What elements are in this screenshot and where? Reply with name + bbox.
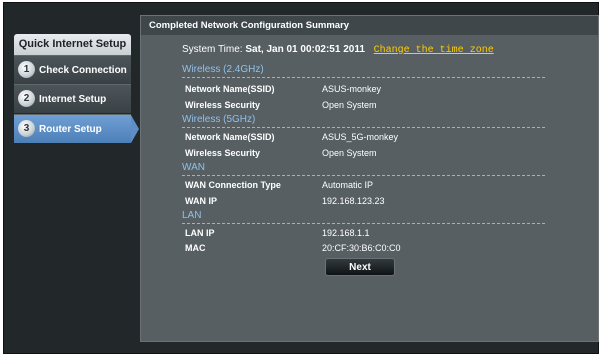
- sidebar-item-router-setup[interactable]: 3 Router Setup: [14, 114, 139, 143]
- sidebar-item-label: Internet Setup: [39, 93, 107, 105]
- sidebar-item-check-connection[interactable]: 1 Check Connection: [14, 55, 131, 84]
- row-value: 192.168.1.1: [322, 228, 370, 238]
- step-2-icon: 2: [18, 90, 35, 107]
- system-time-label: System Time:: [182, 44, 243, 55]
- summary-panel: Completed Network Configuration Summary …: [140, 15, 599, 342]
- row-value: 20:CF:30:B6:C0:C0: [322, 243, 401, 253]
- section-divider: [182, 127, 545, 128]
- section-divider: [182, 77, 545, 78]
- row-key: MAC: [185, 243, 206, 253]
- row-value: ASUS-monkey: [322, 84, 382, 94]
- section-divider: [182, 223, 545, 224]
- row-value: Open System: [322, 100, 377, 110]
- row-value: ASUS_5G-monkey: [322, 132, 399, 142]
- sidebar-item-internet-setup[interactable]: 2 Internet Setup: [14, 84, 131, 113]
- section-title-lan: LAN: [182, 210, 202, 221]
- row-value: Open System: [322, 148, 377, 158]
- row-key: Network Name(SSID): [185, 132, 275, 142]
- row-key: Wireless Security: [185, 148, 260, 158]
- row-key: Network Name(SSID): [185, 84, 275, 94]
- row-key: LAN IP: [185, 228, 215, 238]
- section-divider: [182, 175, 545, 176]
- router-admin-frame: Quick Internet Setup 1 Check Connection …: [3, 2, 599, 354]
- row-key: Wireless Security: [185, 100, 260, 110]
- row-value: 192.168.123.23: [322, 196, 385, 206]
- row-value: Automatic IP: [322, 180, 374, 190]
- sidebar-title: Quick Internet Setup: [14, 34, 131, 55]
- section-title-wan: WAN: [182, 162, 205, 173]
- row-key: WAN IP: [185, 196, 218, 206]
- change-time-zone-link[interactable]: Change the time zone: [374, 45, 494, 56]
- next-button[interactable]: Next: [325, 258, 395, 276]
- panel-title: Completed Network Configuration Summary: [141, 16, 598, 35]
- quick-setup-sidebar: Quick Internet Setup 1 Check Connection …: [14, 34, 139, 146]
- step-3-icon: 3: [18, 120, 35, 137]
- system-time: System Time: Sat, Jan 01 00:02:51 2011 C…: [182, 44, 494, 56]
- row-key: WAN Connection Type: [185, 180, 281, 190]
- section-title-wireless-24: Wireless (2.4GHz): [182, 64, 264, 75]
- system-time-value: Sat, Jan 01 00:02:51 2011: [245, 44, 365, 55]
- step-1-icon: 1: [18, 61, 35, 78]
- section-title-wireless-5: Wireless (5GHz): [182, 114, 256, 125]
- sidebar-item-label: Check Connection: [39, 64, 127, 76]
- sidebar-item-label: Router Setup: [39, 123, 102, 135]
